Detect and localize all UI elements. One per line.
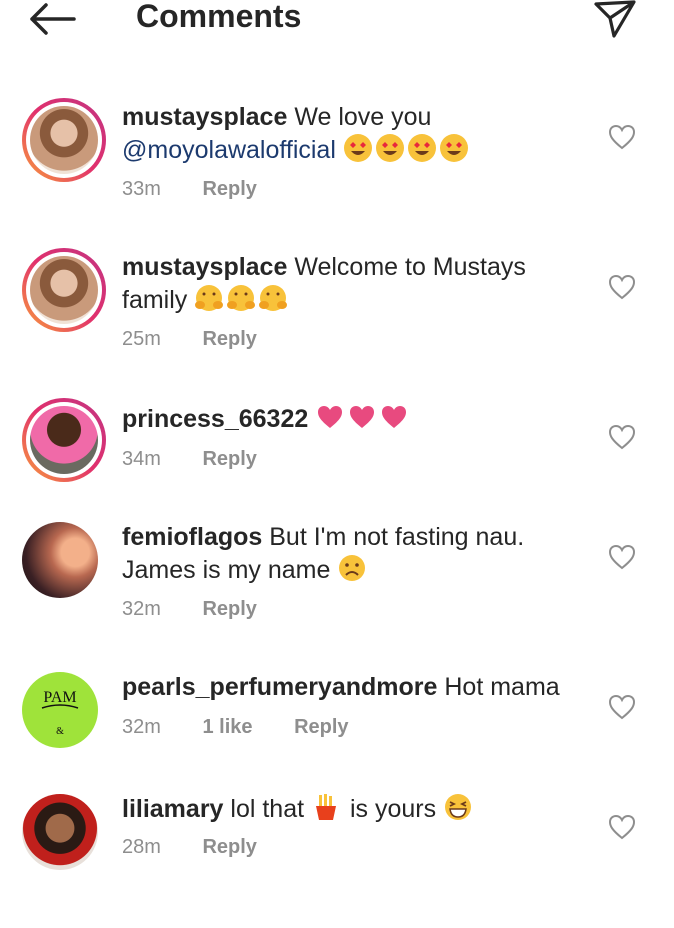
- comment-username[interactable]: pearls_perfumeryandmore: [122, 673, 437, 701]
- like-heart-icon[interactable]: [608, 814, 636, 840]
- svg-text:&: &: [56, 726, 64, 737]
- comment-likes[interactable]: 1 like: [202, 716, 252, 738]
- like-heart-icon[interactable]: [608, 544, 636, 570]
- heart-eyes-emoji: [439, 134, 468, 162]
- comment-item: princess_66322 34m Reply: [0, 398, 674, 538]
- avatar[interactable]: [22, 398, 106, 482]
- comment-username[interactable]: femioflagos: [122, 523, 262, 551]
- comment-text: lol that: [230, 795, 305, 823]
- comment-item: PAM & pearls_perfumeryandmore Hot mama 32…: [0, 668, 674, 808]
- pink-heart-emoji: [382, 406, 407, 428]
- comment-username[interactable]: mustaysplace: [122, 253, 287, 281]
- comment-item: femioflagos But I'm not fasting nau. Jam…: [0, 518, 674, 658]
- comment-time: 32m: [122, 716, 161, 738]
- avatar[interactable]: [22, 794, 106, 878]
- comment-mention[interactable]: @moyolawalofficial: [122, 136, 336, 164]
- comment-item: mustaysplace We love you @moyolawaloffic…: [0, 98, 674, 238]
- comment-username[interactable]: mustaysplace: [122, 103, 287, 131]
- comment-text: Hot mama: [444, 673, 560, 701]
- fries-emoji: [316, 794, 337, 820]
- avatar[interactable]: [22, 248, 106, 332]
- comment-time: 28m: [122, 836, 161, 858]
- reply-button[interactable]: Reply: [202, 178, 256, 200]
- pam-logo: PAM &: [24, 674, 96, 746]
- reply-button[interactable]: Reply: [202, 598, 256, 620]
- avatar[interactable]: PAM &: [22, 672, 106, 756]
- like-heart-icon[interactable]: [608, 424, 636, 450]
- comment-username[interactable]: princess_66322: [122, 405, 308, 433]
- comment-item: liliamary lol that is yours 28m Reply: [0, 788, 674, 928]
- svg-text:PAM: PAM: [43, 689, 76, 706]
- hugging-emoji: [259, 285, 288, 311]
- pink-heart-emoji: [350, 406, 375, 428]
- heart-eyes-emoji: [407, 134, 436, 162]
- comment-time: 33m: [122, 178, 161, 200]
- comment-text: is yours: [349, 795, 437, 823]
- heart-eyes-emoji: [375, 134, 404, 162]
- paper-plane-icon[interactable]: [592, 0, 638, 40]
- comment-username[interactable]: liliamary: [122, 795, 223, 823]
- hugging-emoji: [227, 285, 256, 311]
- hugging-emoji: [195, 285, 224, 311]
- comment-time: 25m: [122, 328, 161, 350]
- reply-button[interactable]: Reply: [202, 448, 256, 470]
- comment-item: mustaysplace Welcome to Mustays family 2…: [0, 248, 674, 388]
- page-title: Comments: [136, 0, 302, 34]
- comment-time: 34m: [122, 448, 161, 470]
- reply-button[interactable]: Reply: [202, 328, 256, 350]
- comment-time: 32m: [122, 598, 161, 620]
- sad-face-emoji: [339, 555, 366, 581]
- like-heart-icon[interactable]: [608, 274, 636, 300]
- reply-button[interactable]: Reply: [202, 836, 256, 858]
- reply-button[interactable]: Reply: [294, 716, 348, 738]
- avatar[interactable]: [22, 98, 106, 182]
- header: Comments: [0, 0, 674, 44]
- avatar[interactable]: [22, 522, 106, 606]
- arrow-left-icon[interactable]: [26, 2, 78, 36]
- comment-text: We love you: [294, 103, 432, 131]
- heart-eyes-emoji: [343, 134, 372, 162]
- grinning-squint-emoji: [445, 794, 472, 820]
- pink-heart-emoji: [318, 406, 343, 428]
- like-heart-icon[interactable]: [608, 124, 636, 150]
- like-heart-icon[interactable]: [608, 694, 636, 720]
